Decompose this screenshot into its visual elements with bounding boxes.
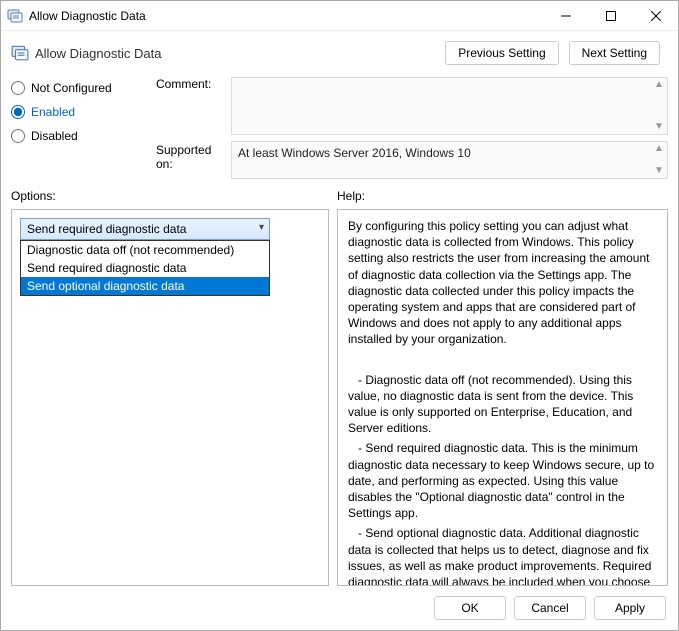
footer-buttons: OK Cancel Apply (1, 586, 678, 630)
titlebar: Allow Diagnostic Data (1, 1, 678, 31)
policy-title: Allow Diagnostic Data (35, 46, 445, 61)
dropdown-item-2[interactable]: Send optional diagnostic data (21, 277, 269, 295)
supported-label: Supported on: (156, 139, 231, 171)
scroll-up-icon[interactable]: ▲ (651, 142, 667, 156)
minimize-button[interactable] (543, 1, 588, 30)
diagnostic-data-dropdown[interactable]: Send required diagnostic data ▾ Diagnost… (20, 218, 270, 240)
scroll-down-icon[interactable]: ▼ (651, 120, 667, 134)
header-area: Allow Diagnostic Data Previous Setting N… (1, 31, 678, 71)
comment-scroll[interactable]: ▲ ▼ (651, 78, 667, 134)
supported-on-text: At least Windows Server 2016, Windows 10 (238, 146, 471, 160)
options-panel: Send required diagnostic data ▾ Diagnost… (11, 209, 329, 586)
dropdown-selected[interactable]: Send required diagnostic data ▾ (20, 218, 270, 240)
help-paragraph-2: - Diagnostic data off (not recommended).… (348, 372, 657, 437)
radio-enabled[interactable]: Enabled (11, 105, 156, 119)
previous-setting-button[interactable]: Previous Setting (445, 41, 558, 65)
section-labels: Options: Help: (1, 179, 678, 209)
radio-disabled-label: Disabled (31, 129, 78, 143)
radio-not-configured-input[interactable] (11, 81, 25, 95)
dropdown-list[interactable]: Diagnostic data off (not recommended) Se… (20, 240, 270, 296)
close-button[interactable] (633, 1, 678, 30)
options-label: Options: (11, 189, 337, 203)
window-controls (543, 1, 678, 30)
dropdown-item-1[interactable]: Send required diagnostic data (21, 259, 269, 277)
comment-label: Comment: (156, 77, 231, 139)
help-label: Help: (337, 189, 668, 203)
radio-enabled-input[interactable] (11, 105, 25, 119)
radio-disabled[interactable]: Disabled (11, 129, 156, 143)
radio-disabled-input[interactable] (11, 129, 25, 143)
dropdown-item-0[interactable]: Diagnostic data off (not recommended) (21, 241, 269, 259)
radio-not-configured-label: Not Configured (31, 81, 112, 95)
radio-not-configured[interactable]: Not Configured (11, 81, 156, 95)
help-paragraph-4: - Send optional diagnostic data. Additio… (348, 525, 657, 586)
panels: Send required diagnostic data ▾ Diagnost… (1, 209, 678, 586)
apply-button[interactable]: Apply (594, 596, 666, 620)
maximize-button[interactable] (588, 1, 633, 30)
app-icon (7, 8, 23, 24)
help-panel: By configuring this policy setting you c… (337, 209, 668, 586)
next-setting-button[interactable]: Next Setting (569, 41, 660, 65)
scroll-up-icon[interactable]: ▲ (651, 78, 667, 92)
dropdown-selected-label: Send required diagnostic data (27, 222, 186, 236)
chevron-down-icon: ▾ (259, 222, 264, 233)
radio-enabled-label: Enabled (31, 105, 75, 119)
policy-editor-window: Allow Diagnostic Data Allow Diagnostic D… (0, 0, 679, 631)
policy-icon (11, 44, 29, 62)
scroll-down-icon[interactable]: ▼ (651, 164, 667, 178)
help-paragraph-1: By configuring this policy setting you c… (348, 218, 657, 348)
cancel-button[interactable]: Cancel (514, 596, 586, 620)
help-paragraph-3: - Send required diagnostic data. This is… (348, 440, 657, 521)
window-title: Allow Diagnostic Data (29, 9, 543, 23)
comment-textarea[interactable]: ▲ ▼ (231, 77, 668, 135)
supported-on-box: At least Windows Server 2016, Windows 10… (231, 141, 668, 179)
supported-scroll[interactable]: ▲ ▼ (651, 142, 667, 178)
config-row: Not Configured Enabled Disabled Comment:… (1, 77, 678, 179)
state-radio-group: Not Configured Enabled Disabled (11, 77, 156, 179)
ok-button[interactable]: OK (434, 596, 506, 620)
